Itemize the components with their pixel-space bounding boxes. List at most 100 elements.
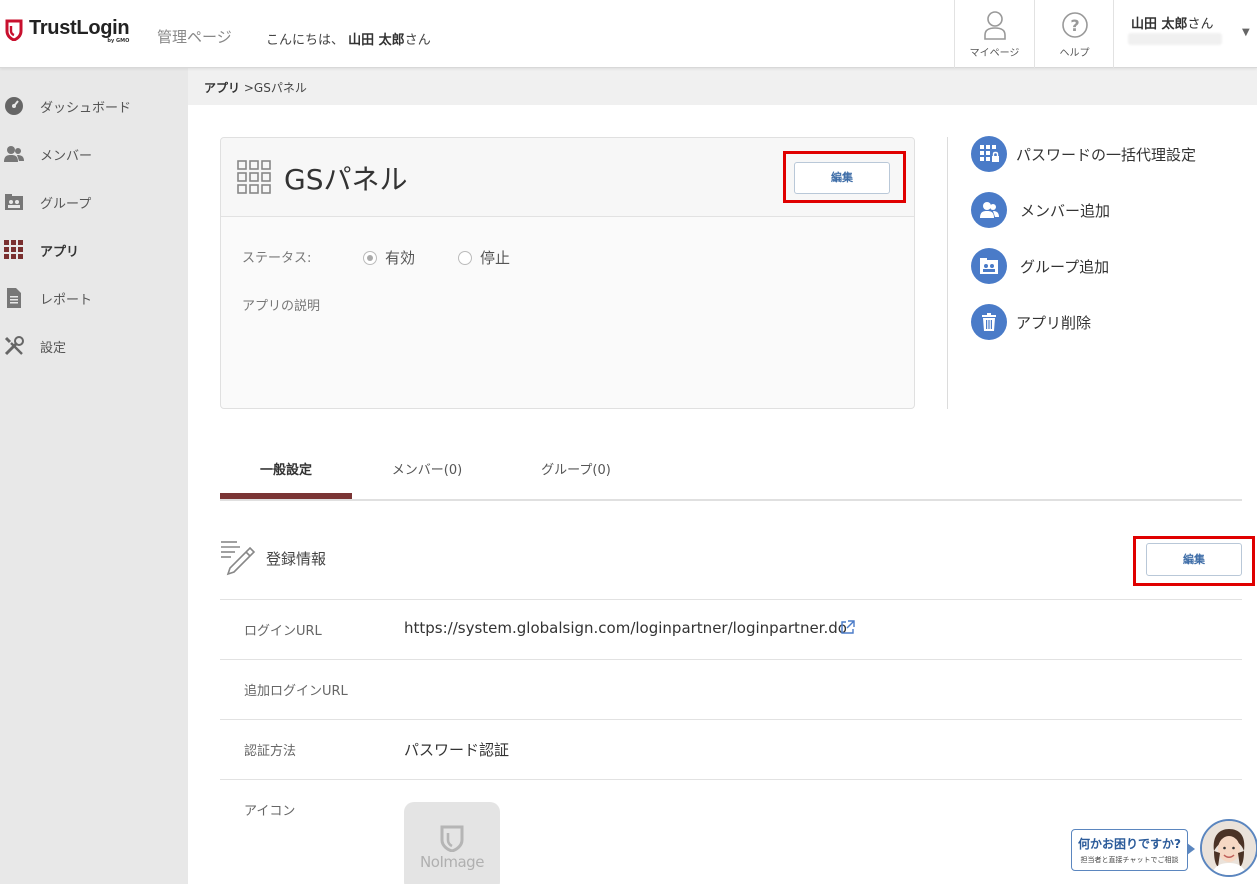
status-active-label: 有効	[385, 249, 416, 267]
apps-grid-icon	[4, 240, 23, 259]
operator-avatar-icon	[1202, 821, 1256, 875]
additional-login-url-label: 追加ログインURL	[244, 684, 348, 699]
delete-app-button[interactable]: アプリ削除	[971, 304, 1091, 340]
bulk-password-label: パスワードの一括代理設定	[1016, 145, 1197, 164]
add-member-icon-wrap	[971, 192, 1007, 228]
icon-label: アイコン	[244, 804, 296, 819]
login-url-value: https://system.globalsign.com/loginpartn…	[404, 619, 847, 637]
bulk-password-button[interactable]: パスワードの一括代理設定	[971, 136, 1196, 172]
trustlogin-mark-icon	[440, 825, 464, 852]
no-image-text: NoImage	[420, 853, 484, 871]
breadcrumb-separator: >	[243, 81, 254, 95]
add-group-icon	[980, 258, 998, 274]
status-stopped-radio[interactable]: 停止	[458, 247, 510, 268]
help-button[interactable]: ? ヘルプ	[1034, 0, 1114, 68]
active-tab-indicator	[220, 493, 352, 499]
edit-document-icon	[221, 541, 256, 576]
shield-logo-icon	[5, 19, 23, 41]
highlight-box	[783, 151, 906, 203]
members-icon	[4, 146, 24, 162]
add-member-label: メンバー追加	[1020, 201, 1111, 220]
logo-text: TrustLogin	[29, 17, 130, 39]
chat-bubble-tail	[1187, 843, 1195, 855]
greeting-name: 山田 太郎	[348, 33, 405, 48]
user-name: 山田 太郎さん	[1131, 13, 1214, 32]
breadcrumb: アプリ >GSパネル	[188, 68, 1257, 105]
chat-help-bubble[interactable]: 何かお困りですか? 担当者と直接チャットでご相談	[1071, 829, 1188, 871]
login-url-row: ログインURL https://system.globalsign.com/lo…	[220, 599, 1242, 659]
help-label: ヘルプ	[1059, 48, 1090, 59]
user-name-suffix: さん	[1187, 17, 1214, 32]
sidebar: ダッシュボード メンバー グループ アプリ レポート 設定	[0, 68, 188, 884]
logo-gmo: by GMO	[107, 38, 130, 44]
login-url-label: ログインURL	[244, 624, 322, 639]
dashboard-icon	[5, 97, 23, 115]
chat-title: 何かお困りですか?	[1078, 837, 1181, 851]
greeting-text: こんにちは、 山田 太郎さん	[266, 29, 431, 48]
breadcrumb-current: GSパネル	[253, 81, 307, 95]
tab-general[interactable]: 一般設定	[220, 459, 352, 478]
status-active-radio[interactable]: 有効	[363, 247, 415, 268]
bulk-password-icon	[980, 145, 999, 162]
add-group-label: グループ追加	[1020, 257, 1110, 276]
sidebar-item-apps[interactable]: アプリ	[0, 230, 188, 270]
auth-method-value: パスワード認証	[404, 741, 510, 759]
chat-subtitle: 担当者と直接チャットでご相談	[1080, 856, 1179, 864]
sidebar-item-groups[interactable]: グループ	[0, 182, 188, 222]
report-icon	[7, 288, 21, 308]
sidebar-item-label: グループ	[40, 197, 92, 212]
status-label: ステータス:	[242, 251, 312, 266]
tab-members[interactable]: メンバー(0)	[361, 459, 493, 478]
add-group-icon-wrap	[971, 248, 1007, 284]
group-icon	[5, 194, 23, 210]
auth-method-row: 認証方法 パスワード認証	[220, 719, 1242, 779]
no-image-placeholder: NoImage	[404, 802, 500, 884]
trustlogin-logo[interactable]: TrustLogin by GMO	[5, 17, 130, 44]
sidebar-item-reports[interactable]: レポート	[0, 278, 188, 318]
tab-groups[interactable]: グループ(0)	[510, 459, 642, 478]
mypage-button[interactable]: マイページ	[954, 0, 1034, 68]
vertical-divider	[947, 137, 948, 409]
user-email-blurred	[1128, 33, 1222, 45]
settings-tabs: 一般設定 メンバー(0) グループ(0)	[220, 440, 1242, 501]
sidebar-item-label: ダッシュボード	[40, 101, 132, 116]
top-header: TrustLogin by GMO 管理ページ こんにちは、 山田 太郎さん マ…	[0, 0, 1257, 68]
mypage-label: マイページ	[969, 48, 1020, 59]
add-group-button[interactable]: グループ追加	[971, 248, 1109, 284]
svg-text:?: ?	[1070, 16, 1079, 35]
app-title: GSパネル	[284, 163, 408, 196]
add-member-icon	[980, 202, 999, 218]
greeting-suffix: さん	[404, 33, 431, 48]
add-member-button[interactable]: メンバー追加	[971, 192, 1110, 228]
status-stopped-label: 停止	[480, 249, 511, 267]
sidebar-item-label: アプリ	[40, 245, 80, 260]
trash-icon-wrap	[971, 304, 1007, 340]
radio-unchecked-icon	[458, 250, 472, 265]
breadcrumb-parent-link[interactable]: アプリ	[204, 81, 240, 95]
sidebar-item-dashboard[interactable]: ダッシュボード	[0, 86, 188, 126]
user-menu[interactable]: 山田 太郎さん ▼	[1113, 0, 1257, 68]
bulk-password-icon-wrap	[971, 136, 1007, 172]
external-link-icon[interactable]	[840, 620, 855, 635]
chat-operator-avatar[interactable]	[1200, 819, 1257, 877]
trash-icon	[982, 313, 996, 331]
sidebar-item-members[interactable]: メンバー	[0, 134, 188, 174]
radio-checked-icon	[363, 250, 377, 265]
auth-method-label: 認証方法	[244, 744, 297, 759]
person-icon	[983, 11, 1006, 40]
user-name-text: 山田 太郎	[1131, 17, 1188, 32]
help-question-icon: ?	[1061, 12, 1088, 38]
app-grid-icon	[237, 160, 271, 194]
app-description-label: アプリの説明	[242, 299, 321, 314]
delete-app-label: アプリ削除	[1016, 313, 1092, 332]
admin-page-label: 管理ページ	[157, 28, 232, 46]
additional-login-url-row: 追加ログインURL	[220, 659, 1242, 719]
registration-title: 登録情報	[266, 550, 327, 568]
caret-down-icon[interactable]: ▼	[1242, 27, 1250, 38]
sidebar-item-settings[interactable]: 設定	[0, 326, 188, 366]
settings-tools-icon	[4, 336, 24, 356]
greeting-prefix: こんにちは、	[266, 33, 345, 48]
sidebar-item-label: レポート	[40, 293, 93, 308]
highlight-box	[1133, 536, 1255, 586]
sidebar-item-label: メンバー	[40, 149, 93, 164]
